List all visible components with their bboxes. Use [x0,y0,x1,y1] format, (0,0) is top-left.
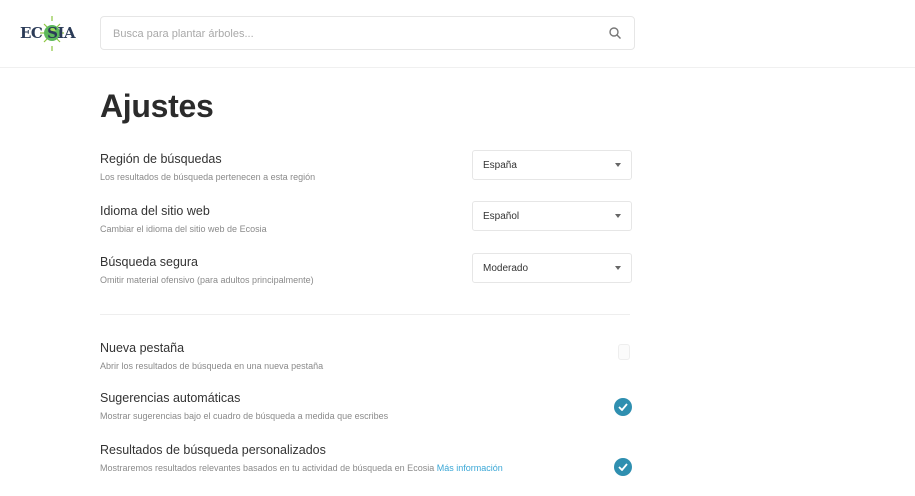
section-divider [100,314,630,315]
chevron-down-icon [615,163,621,167]
setting-new-tab: Nueva pestaña Abrir los resultados de bú… [100,341,640,373]
select-value: Español [483,211,520,222]
region-select[interactable]: España [472,150,632,180]
search-input[interactable] [113,24,583,44]
search-box[interactable] [100,16,635,50]
checkmark-icon [618,463,628,471]
page-title: Ajustes [100,88,214,124]
setting-description: Mostraremos resultados relevantes basado… [100,462,540,475]
chevron-down-icon [615,214,621,218]
personalized-results-checkbox[interactable] [614,458,632,476]
ecosia-logo[interactable]: EC SIA [14,10,84,56]
search-icon[interactable] [608,26,622,40]
safe-search-select[interactable]: Moderado [472,253,632,283]
setting-description: Abrir los resultados de búsqueda en una … [100,361,324,371]
language-select[interactable]: Español [472,201,632,231]
more-info-link[interactable]: Más información [437,463,503,473]
description-text: Mostraremos resultados relevantes basado… [100,463,435,473]
checkmark-icon [618,403,628,411]
select-value: España [483,160,517,171]
logo-text: EC SIA [20,24,76,42]
setting-autosuggest: Sugerencias automáticas Mostrar sugerenc… [100,391,640,423]
setting-label: Nueva pestaña [100,341,185,355]
top-bar: EC SIA [0,0,915,68]
autosuggest-checkbox[interactable] [614,398,632,416]
setting-personalized-results: Resultados de búsqueda personalizados Mo… [100,443,640,475]
new-tab-checkbox[interactable] [618,344,630,360]
setting-description: Mostrar sugerencias bajo el cuadro de bú… [100,411,389,421]
chevron-down-icon [615,266,621,270]
setting-label: Resultados de búsqueda personalizados [100,443,326,457]
select-value: Moderado [483,263,529,274]
setting-label: Sugerencias automáticas [100,391,241,405]
